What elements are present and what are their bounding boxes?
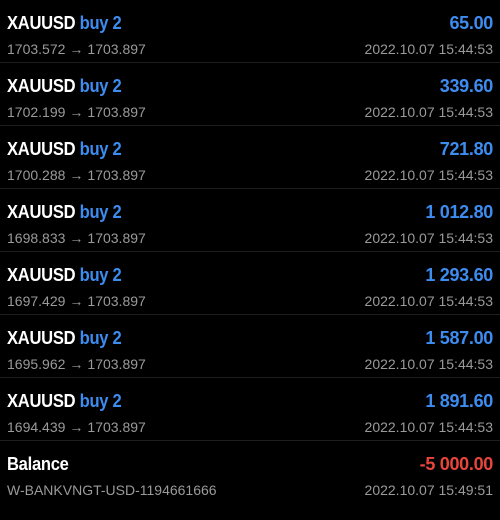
deal-title: XAUUSD buy 2 — [7, 76, 122, 97]
open-price: 1700.288 — [7, 167, 66, 183]
deal-row[interactable]: XAUUSD buy 2 1 293.60 1697.429 → 1703.897 … — [0, 252, 500, 315]
close-price: 1703.897 — [87, 356, 146, 372]
deal-symbol: XAUUSD — [7, 202, 76, 222]
deal-time: 2022.10.07 15:44:53 — [364, 104, 493, 120]
deal-title: XAUUSD buy 2 — [7, 265, 122, 286]
deal-title: XAUUSD buy 2 — [7, 391, 122, 412]
deal-prices: 1698.833 → 1703.897 — [7, 230, 146, 246]
open-price: 1703.572 — [7, 41, 66, 57]
arrow-right-icon: → — [69, 104, 84, 120]
open-price: 1702.199 — [7, 104, 66, 120]
deal-profit: 1 012.80 — [425, 202, 493, 222]
deal-profit: 339.60 — [439, 76, 494, 96]
balance-amount: -5 000.00 — [419, 454, 494, 474]
arrow-right-icon: → — [69, 167, 84, 183]
deal-time: 2022.10.07 15:44:53 — [364, 230, 493, 246]
deal-side: buy 2 — [79, 391, 122, 411]
deal-symbol: XAUUSD — [7, 265, 76, 285]
open-price: 1698.833 — [7, 230, 66, 246]
deal-symbol: XAUUSD — [7, 139, 76, 159]
arrow-right-icon: → — [69, 356, 84, 372]
deal-prices: 1703.572 → 1703.897 — [7, 41, 146, 57]
close-price: 1703.897 — [87, 419, 146, 435]
deal-title: XAUUSD buy 2 — [7, 139, 122, 160]
deal-row[interactable]: XAUUSD buy 2 1 587.00 1695.962 → 1703.897 … — [0, 315, 500, 378]
deal-profit: 1 293.60 — [425, 265, 493, 285]
open-price: 1695.962 — [7, 356, 66, 372]
deal-prices: 1694.439 → 1703.897 — [7, 419, 146, 435]
arrow-right-icon: → — [69, 41, 84, 57]
deal-title: XAUUSD buy 2 — [7, 202, 122, 223]
open-price: 1697.429 — [7, 293, 66, 309]
deal-row[interactable]: XAUUSD buy 2 1 012.80 1698.833 → 1703.897 … — [0, 189, 500, 252]
deal-profit: 1 891.60 — [425, 391, 493, 411]
deal-symbol: XAUUSD — [7, 13, 76, 33]
deal-title: XAUUSD buy 2 — [7, 328, 122, 349]
deal-prices: 1700.288 → 1703.897 — [7, 167, 146, 183]
deal-side: buy 2 — [79, 328, 122, 348]
deal-time: 2022.10.07 15:44:53 — [364, 167, 493, 183]
deal-row[interactable]: XAUUSD buy 2 1 891.60 1694.439 → 1703.897 … — [0, 378, 500, 441]
deal-time: 2022.10.07 15:44:53 — [364, 419, 493, 435]
close-price: 1703.897 — [87, 104, 146, 120]
deal-profit: 721.80 — [439, 139, 494, 159]
deal-profit: 65.00 — [449, 13, 493, 33]
balance-time: 2022.10.07 15:49:51 — [364, 482, 493, 498]
deal-prices: 1702.199 → 1703.897 — [7, 104, 146, 120]
balance-comment: W-BANKVNGT-USD-1194661666 — [7, 482, 217, 498]
deal-symbol: XAUUSD — [7, 76, 76, 96]
deal-symbol: XAUUSD — [7, 328, 76, 348]
deal-row[interactable]: XAUUSD buy 2 339.60 1702.199 → 1703.897 20… — [0, 63, 500, 126]
deal-prices: 1697.429 → 1703.897 — [7, 293, 146, 309]
deal-side: buy 2 — [79, 13, 122, 33]
deal-side: buy 2 — [79, 76, 122, 96]
close-price: 1703.897 — [87, 293, 146, 309]
arrow-right-icon: → — [69, 419, 84, 435]
deal-time: 2022.10.07 15:44:53 — [364, 41, 493, 57]
balance-row[interactable]: Balance -5 000.00 W-BANKVNGT-USD-1194661… — [0, 441, 500, 504]
deal-time: 2022.10.07 15:44:53 — [364, 356, 493, 372]
deal-prices: 1695.962 → 1703.897 — [7, 356, 146, 372]
deal-symbol: XAUUSD — [7, 391, 76, 411]
deal-title: XAUUSD buy 2 — [7, 13, 122, 34]
history-deals-list: XAUUSD buy 2 65.00 1703.572 → 1703.897 202… — [0, 0, 500, 520]
open-price: 1694.439 — [7, 419, 66, 435]
deal-row[interactable]: XAUUSD buy 2 65.00 1703.572 → 1703.897 202… — [0, 0, 500, 63]
deal-time: 2022.10.07 15:44:53 — [364, 293, 493, 309]
arrow-right-icon: → — [69, 230, 84, 246]
deal-profit: 1 587.00 — [425, 328, 493, 348]
deal-side: buy 2 — [79, 202, 122, 222]
close-price: 1703.897 — [87, 167, 146, 183]
deal-row[interactable]: XAUUSD buy 2 721.80 1700.288 → 1703.897 20… — [0, 126, 500, 189]
close-price: 1703.897 — [87, 230, 146, 246]
arrow-right-icon: → — [69, 293, 84, 309]
balance-label: Balance — [7, 454, 69, 474]
close-price: 1703.897 — [87, 41, 146, 57]
deal-side: buy 2 — [79, 265, 122, 285]
deal-side: buy 2 — [79, 139, 122, 159]
balance-title: Balance — [7, 454, 69, 475]
